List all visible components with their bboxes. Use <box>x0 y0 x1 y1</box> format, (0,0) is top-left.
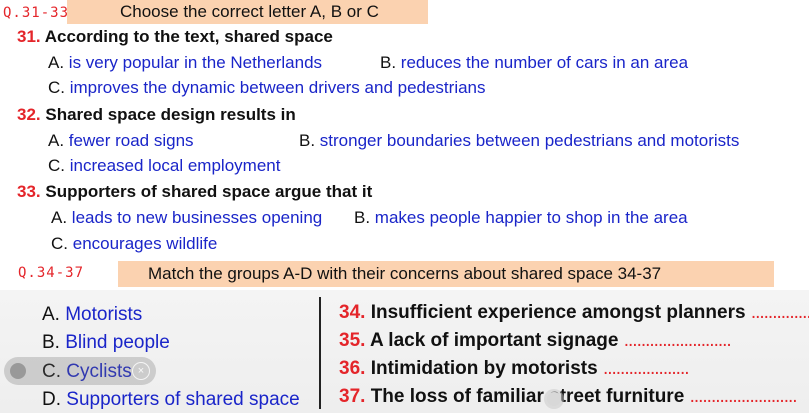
question-number: 33. <box>17 182 41 201</box>
option-text: fewer road signs <box>68 131 194 150</box>
section-label-34-37: Q.34-37 <box>18 265 85 281</box>
option-text: stronger boundaries between pedestrians … <box>319 131 740 150</box>
question-number: 31. <box>17 27 41 46</box>
option-text: makes people happier to shop in the area <box>374 208 688 227</box>
concern-number: 34. <box>339 302 366 323</box>
close-icon[interactable]: × <box>132 362 150 380</box>
instruction-text: Match the groups A-D with their concerns… <box>148 264 662 283</box>
group-a: A. Motorists <box>42 304 142 326</box>
option-31-a[interactable]: A. is very popular in the Netherlands <box>48 53 322 73</box>
option-32-c[interactable]: C. increased local employment <box>48 156 280 176</box>
option-32-b[interactable]: B. stronger boundaries between pedestria… <box>299 131 739 151</box>
concern-number: 36. <box>339 358 366 379</box>
concern-number: 37. <box>339 386 366 407</box>
question-text: Shared space design results in <box>45 105 296 124</box>
option-letter: A. <box>51 208 68 227</box>
question-text: Supporters of shared space argue that it <box>45 182 373 201</box>
option-31-b[interactable]: B. reduces the number of cars in an area <box>380 53 688 73</box>
column-divider <box>319 297 321 409</box>
option-letter: C. <box>48 78 65 97</box>
concern-36: 36. Intimidation by motorists ..........… <box>339 358 690 380</box>
option-letter: A. <box>48 53 65 72</box>
instruction-banner-31-33: Choose the correct letter A, B or C <box>67 0 428 24</box>
option-31-c[interactable]: C. improves the dynamic between drivers … <box>48 78 486 98</box>
option-33-c[interactable]: C. encourages wildlife <box>51 234 217 254</box>
section-label-31-33: Q.31-33 <box>3 5 70 21</box>
option-text: encourages wildlife <box>72 234 218 253</box>
question-number: 32. <box>17 105 41 124</box>
answer-blank[interactable]: .................... <box>603 358 690 379</box>
option-text: leads to new businesses opening <box>71 208 323 227</box>
option-letter: C. <box>48 156 65 175</box>
option-letter: B. <box>380 53 397 72</box>
option-33-a[interactable]: A. leads to new businesses opening <box>51 208 322 228</box>
option-letter: B. <box>354 208 371 227</box>
group-letter: A. <box>42 304 60 325</box>
option-letter: B. <box>299 131 316 150</box>
group-letter: B. <box>42 332 60 353</box>
option-letter: A. <box>48 131 65 150</box>
instruction-banner-34-37: Match the groups A-D with their concerns… <box>118 261 774 287</box>
concern-number: 35. <box>339 330 366 351</box>
concern-37: 37. The loss of familiar street furnitur… <box>339 386 798 408</box>
option-text: is very popular in the Netherlands <box>68 53 323 72</box>
question-text: According to the text, shared space <box>44 27 333 46</box>
answer-blank[interactable]: ......................... <box>690 386 798 407</box>
question-31: 31. According to the text, shared space <box>17 27 333 47</box>
option-33-b[interactable]: B. makes people happier to shop in the a… <box>354 208 688 228</box>
concern-35: 35. A lack of important signage ........… <box>339 330 732 352</box>
group-text: Blind people <box>65 332 170 353</box>
overlay-logo-icon <box>10 363 26 379</box>
answer-blank[interactable]: .............. <box>751 302 809 323</box>
concern-text: The loss of familiar street furniture <box>370 386 685 407</box>
instruction-text: Choose the correct letter A, B or C <box>120 2 379 21</box>
group-letter: D. <box>42 389 61 410</box>
cursor-icon <box>547 392 561 406</box>
option-32-a[interactable]: A. fewer road signs <box>48 131 194 151</box>
player-overlay-pill[interactable]: × <box>4 357 156 385</box>
group-b: B. Blind people <box>42 332 170 354</box>
group-text: Motorists <box>65 304 143 325</box>
concern-text: Insufficient experience amongst planners <box>370 302 746 323</box>
concern-text: A lack of important signage <box>370 330 619 351</box>
concern-34: 34. Insufficient experience amongst plan… <box>339 302 809 324</box>
option-text: improves the dynamic between drivers and… <box>69 78 486 97</box>
question-33: 33. Supporters of shared space argue tha… <box>17 182 372 202</box>
group-text: Supporters of shared space <box>66 389 300 410</box>
question-32: 32. Shared space design results in <box>17 105 296 125</box>
concern-text: Intimidation by motorists <box>370 358 598 379</box>
option-text: reduces the number of cars in an area <box>400 53 689 72</box>
group-d: D. Supporters of shared space <box>42 389 300 411</box>
option-letter: C. <box>51 234 68 253</box>
option-text: increased local employment <box>69 156 281 175</box>
answer-blank[interactable]: ......................... <box>624 330 732 351</box>
